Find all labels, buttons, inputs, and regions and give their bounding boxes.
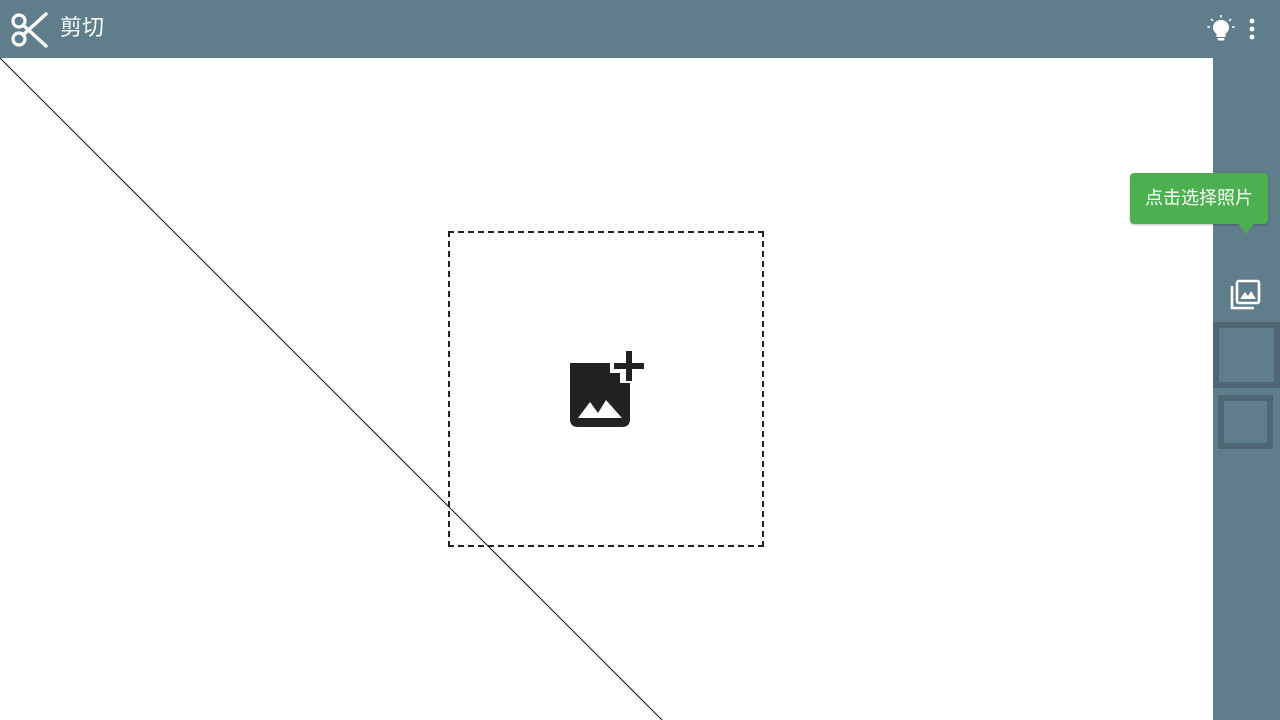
select-photo-drop-zone[interactable] <box>448 231 764 547</box>
foreground-color-swatch[interactable] <box>1218 395 1273 449</box>
page-title: 剪切 <box>60 16 105 41</box>
background-color-swatch[interactable] <box>1213 322 1280 388</box>
scissors-icon <box>10 11 48 49</box>
photo-library-icon[interactable] <box>1228 278 1262 312</box>
select-photo-tooltip: 点击选择照片 <box>1130 173 1268 224</box>
add-photo-icon <box>568 351 648 431</box>
tooltip-arrow <box>1238 223 1254 234</box>
edit-canvas[interactable] <box>0 58 1213 720</box>
side-toolbar <box>1213 58 1280 720</box>
app-bar: 剪切 <box>0 0 1280 58</box>
background-color-swatch-inner <box>1219 328 1274 382</box>
lightbulb-icon[interactable] <box>1206 14 1236 44</box>
app-root: 剪切 点击选择照片 <box>0 0 1280 720</box>
more-vert-icon[interactable] <box>1237 14 1267 44</box>
